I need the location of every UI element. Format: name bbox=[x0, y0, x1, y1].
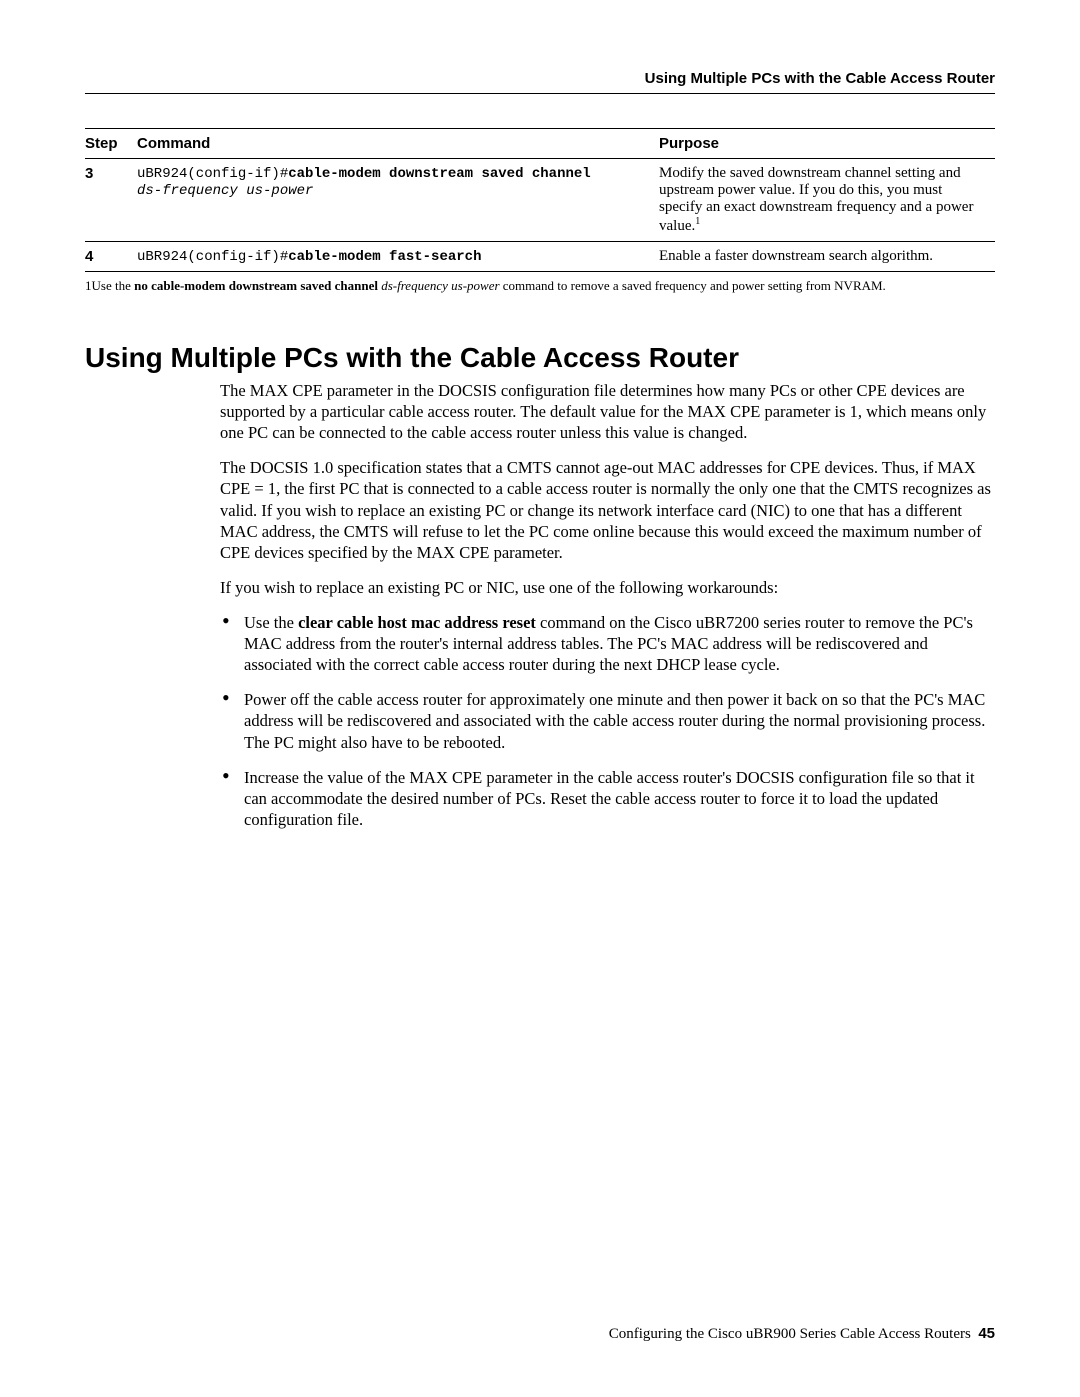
li-b: Increase the value of the MAX CPE parame… bbox=[244, 768, 975, 829]
li-a: Use the bbox=[244, 613, 298, 632]
list-item: Power off the cable access router for ap… bbox=[220, 689, 995, 752]
cell-purpose: Enable a faster downstream search algori… bbox=[659, 242, 995, 272]
body-block: The MAX CPE parameter in the DOCSIS conf… bbox=[220, 380, 995, 830]
page-number: 45 bbox=[978, 1325, 995, 1342]
page-footer: Configuring the Cisco uBR900 Series Cabl… bbox=[85, 1325, 995, 1343]
cell-step: 4 bbox=[85, 242, 137, 272]
cell-command: uBR924(config-if)#cable-modem downstream… bbox=[137, 159, 659, 242]
table-footnote: 1Use the no cable-modem downstream saved… bbox=[85, 278, 995, 294]
cell-command: uBR924(config-if)#cable-modem fast-searc… bbox=[137, 242, 659, 272]
paragraph: The MAX CPE parameter in the DOCSIS conf… bbox=[220, 380, 995, 443]
list-item: Use the clear cable host mac address res… bbox=[220, 612, 995, 675]
header-rule bbox=[85, 93, 995, 94]
th-purpose: Purpose bbox=[659, 129, 995, 159]
table-row: 3 uBR924(config-if)#cable-modem downstre… bbox=[85, 159, 995, 242]
paragraph: If you wish to replace an existing PC or… bbox=[220, 577, 995, 598]
li-bold: clear cable host mac address reset bbox=[298, 613, 536, 632]
footnote-bold: no cable-modem downstream saved channel bbox=[134, 278, 378, 293]
cmd-bold: cable-modem downstream saved channel bbox=[288, 166, 590, 182]
cmd-italic: ds-frequency us-power bbox=[137, 183, 313, 199]
bullet-list: Use the clear cable host mac address res… bbox=[220, 612, 995, 830]
footnote-a: Use the bbox=[92, 278, 135, 293]
cell-purpose: Modify the saved downstream channel sett… bbox=[659, 159, 995, 242]
table-row: 4 uBR924(config-if)#cable-modem fast-sea… bbox=[85, 242, 995, 272]
cell-step: 3 bbox=[85, 159, 137, 242]
purpose-text: Enable a faster downstream search algori… bbox=[659, 248, 933, 264]
cmd-bold: cable-modem fast-search bbox=[288, 249, 481, 265]
paragraph: The DOCSIS 1.0 specification states that… bbox=[220, 457, 995, 563]
cmd-prefix: uBR924(config-if)# bbox=[137, 166, 288, 182]
footer-text: Configuring the Cisco uBR900 Series Cabl… bbox=[609, 1326, 971, 1342]
footnote-b: command to remove a saved frequency and … bbox=[500, 278, 886, 293]
th-command: Command bbox=[137, 129, 659, 159]
list-item: Increase the value of the MAX CPE parame… bbox=[220, 767, 995, 830]
section-heading: Using Multiple PCs with the Cable Access… bbox=[85, 342, 995, 374]
cmd-prefix: uBR924(config-if)# bbox=[137, 249, 288, 265]
footnote-italic: ds-frequency us-power bbox=[381, 278, 499, 293]
li-b: Power off the cable access router for ap… bbox=[244, 690, 985, 751]
command-table: Step Command Purpose 3 uBR924(config-if)… bbox=[85, 128, 995, 272]
th-step: Step bbox=[85, 129, 137, 159]
page: Using Multiple PCs with the Cable Access… bbox=[0, 0, 1080, 1397]
purpose-text: Modify the saved downstream channel sett… bbox=[659, 165, 973, 234]
running-head: Using Multiple PCs with the Cable Access… bbox=[85, 70, 995, 87]
footnote-ref: 1 bbox=[695, 216, 700, 227]
